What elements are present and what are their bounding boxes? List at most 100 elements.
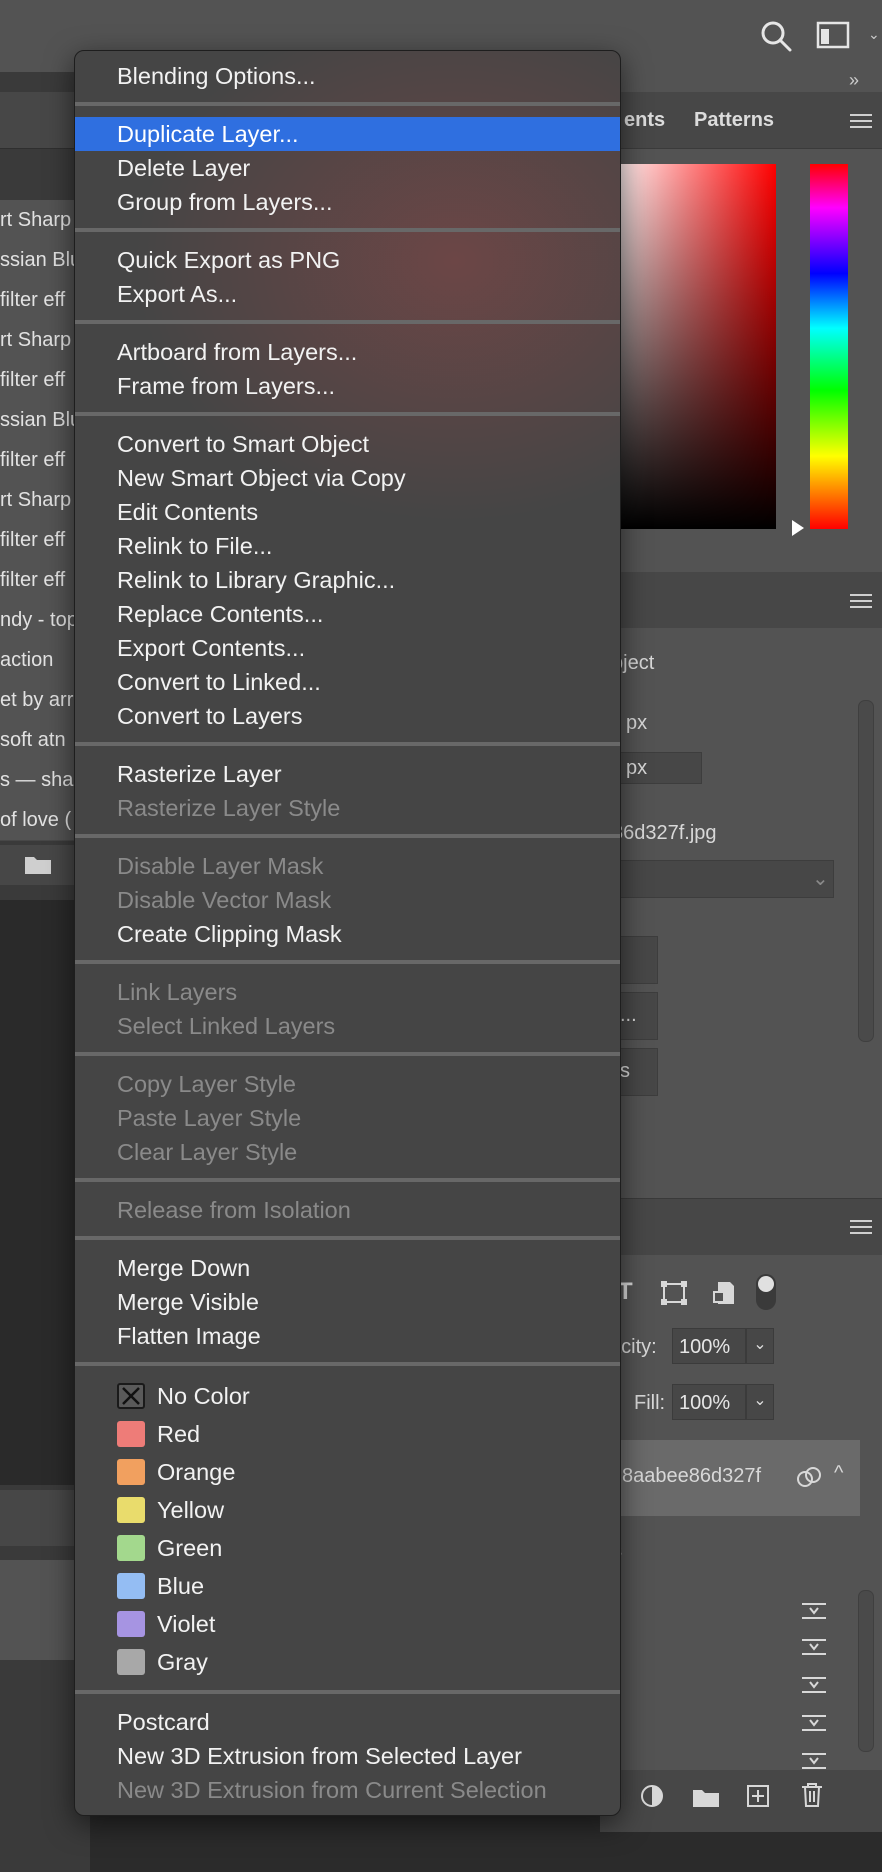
new-layer-icon[interactable] — [746, 1784, 770, 1808]
workspace-layout-icon[interactable] — [816, 20, 852, 52]
menu-item-new-3d-extrusion-from-selection: New 3D Extrusion from Current Selection — [75, 1773, 620, 1807]
menu-item-label: Flatten Image — [117, 1323, 261, 1349]
menu-item-quick-export-png[interactable]: Quick Export as PNG — [75, 243, 620, 277]
menu-item-yellow[interactable]: Yellow — [75, 1493, 620, 1527]
red-swatch-icon — [117, 1421, 145, 1447]
fill-label: Fill: — [634, 1392, 666, 1414]
menu-item-violet[interactable]: Violet — [75, 1607, 620, 1641]
menu-item-label: Export Contents... — [117, 635, 306, 661]
orange-swatch-icon — [117, 1459, 145, 1485]
menu-item-label: Blue — [157, 1573, 205, 1599]
folder-icon[interactable] — [24, 853, 52, 875]
panel-menu-icon[interactable] — [850, 594, 872, 608]
menu-separator — [75, 742, 620, 746]
menu-item-export-contents[interactable]: Export Contents... — [75, 631, 620, 665]
chevron-down-icon[interactable]: ⌄ — [746, 1328, 774, 1364]
menu-item-export-as[interactable]: Export As... — [75, 277, 620, 311]
menu-item-orange[interactable]: Orange — [75, 1455, 620, 1489]
filter-toggle[interactable] — [756, 1274, 776, 1310]
fill-field[interactable]: 100% — [672, 1384, 746, 1420]
menu-item-label: Disable Layer Mask — [117, 853, 324, 879]
menu-item-label: Gray — [157, 1649, 208, 1675]
menu-item-label: Frame from Layers... — [117, 373, 336, 399]
menu-item-copy-layer-style: Copy Layer Style — [75, 1067, 620, 1101]
menu-item-relink-to-library-graphic[interactable]: Relink to Library Graphic... — [75, 563, 620, 597]
color-picker-field[interactable] — [610, 164, 776, 529]
menu-item-label: Artboard from Layers... — [117, 339, 358, 365]
tab-patterns[interactable]: Patterns — [694, 109, 774, 132]
menu-item-replace-contents[interactable]: Replace Contents... — [75, 597, 620, 631]
properties-header — [600, 572, 882, 628]
adjustment-layer-icon[interactable] — [640, 1784, 664, 1808]
panel-menu-icon[interactable] — [850, 114, 872, 128]
menu-item-new-3d-extrusion-from-layer[interactable]: New 3D Extrusion from Selected Layer — [75, 1739, 620, 1773]
menu-item-label: Convert to Linked... — [117, 669, 321, 695]
menu-item-duplicate-layer[interactable]: Duplicate Layer... — [75, 117, 620, 151]
menu-item-label: Violet — [157, 1611, 216, 1637]
hue-slider-handle[interactable] — [792, 520, 804, 536]
properties-scrollbar[interactable] — [858, 700, 874, 1042]
collapse-panels-icon[interactable]: » — [849, 70, 859, 91]
menu-item-new-smart-object-via-copy[interactable]: New Smart Object via Copy — [75, 461, 620, 495]
menu-item-red[interactable]: Red — [75, 1417, 620, 1451]
shape-filter-icon[interactable] — [660, 1280, 688, 1306]
menu-item-artboard-from-layers[interactable]: Artboard from Layers... — [75, 335, 620, 369]
menu-item-merge-visible[interactable]: Merge Visible — [75, 1285, 620, 1319]
new-group-icon[interactable] — [692, 1786, 720, 1808]
layers-scrollbar[interactable] — [858, 1590, 874, 1752]
menu-item-delete-layer[interactable]: Delete Layer — [75, 151, 620, 185]
chevron-up-icon[interactable]: ^ — [834, 1462, 843, 1485]
menu-item-label: Delete Layer — [117, 155, 251, 181]
menu-item-convert-to-smart-object[interactable]: Convert to Smart Object — [75, 427, 620, 461]
menu-item-blue[interactable]: Blue — [75, 1569, 620, 1603]
menu-item-create-clipping-mask[interactable]: Create Clipping Mask — [75, 917, 620, 951]
chevron-down-icon: ⌄ — [812, 868, 829, 890]
menu-item-flatten-image[interactable]: Flatten Image — [75, 1319, 620, 1353]
menu-item-disable-vector-mask: Disable Vector Mask — [75, 883, 620, 917]
chevron-down-icon[interactable]: ⌄ — [868, 26, 882, 44]
menu-item-no-color[interactable]: No Color — [75, 1379, 620, 1413]
menu-item-rasterize-layer-style: Rasterize Layer Style — [75, 791, 620, 825]
no-color-swatch-icon — [117, 1383, 145, 1409]
menu-item-label: Relink to Library Graphic... — [117, 567, 396, 593]
menu-item-link-layers: Link Layers — [75, 975, 620, 1009]
menu-item-blending-options[interactable]: Blending Options... — [75, 59, 620, 93]
chevron-down-icon[interactable]: ⌄ — [746, 1384, 774, 1420]
menu-item-rasterize-layer[interactable]: Rasterize Layer — [75, 757, 620, 791]
menu-item-label: Quick Export as PNG — [117, 247, 341, 273]
menu-item-green[interactable]: Green — [75, 1531, 620, 1565]
menu-item-label: Copy Layer Style — [117, 1071, 296, 1097]
menu-item-convert-to-linked[interactable]: Convert to Linked... — [75, 665, 620, 699]
menu-item-label: Duplicate Layer... — [117, 121, 299, 147]
linked-filename: 86d327f.jpg — [612, 822, 717, 844]
menu-item-frame-from-layers[interactable]: Frame from Layers... — [75, 369, 620, 403]
menu-item-convert-to-layers[interactable]: Convert to Layers — [75, 699, 620, 733]
menu-item-group-from-layers[interactable]: Group from Layers... — [75, 185, 620, 219]
menu-separator — [75, 960, 620, 964]
menu-separator — [75, 320, 620, 324]
menu-item-postcard[interactable]: Postcard — [75, 1705, 620, 1739]
menu-separator — [75, 1236, 620, 1240]
menu-item-label: Relink to File... — [117, 533, 273, 559]
trash-icon[interactable] — [800, 1782, 824, 1808]
layer-comp-select[interactable] — [600, 860, 834, 898]
violet-swatch-icon — [117, 1611, 145, 1637]
tab-adjustments[interactable]: ents — [624, 109, 665, 132]
menu-item-label: Edit Contents — [117, 499, 259, 525]
menu-item-relink-to-file[interactable]: Relink to File... — [75, 529, 620, 563]
layer-style-icons — [800, 1600, 828, 1770]
smart-object-filter-icon[interactable] — [712, 1280, 736, 1306]
search-icon[interactable] — [759, 19, 793, 53]
hue-slider[interactable] — [810, 164, 848, 529]
menu-separator — [75, 834, 620, 838]
menu-item-select-linked-layers: Select Linked Layers — [75, 1009, 620, 1043]
menu-item-label: Export As... — [117, 281, 238, 307]
menu-separator — [75, 102, 620, 106]
menu-separator — [75, 1052, 620, 1056]
menu-item-merge-down[interactable]: Merge Down — [75, 1251, 620, 1285]
menu-item-label: Release from Isolation — [117, 1197, 351, 1223]
opacity-field[interactable]: 100% — [672, 1328, 746, 1364]
menu-item-gray[interactable]: Gray — [75, 1645, 620, 1679]
menu-item-edit-contents[interactable]: Edit Contents — [75, 495, 620, 529]
panel-menu-icon[interactable] — [850, 1220, 872, 1234]
